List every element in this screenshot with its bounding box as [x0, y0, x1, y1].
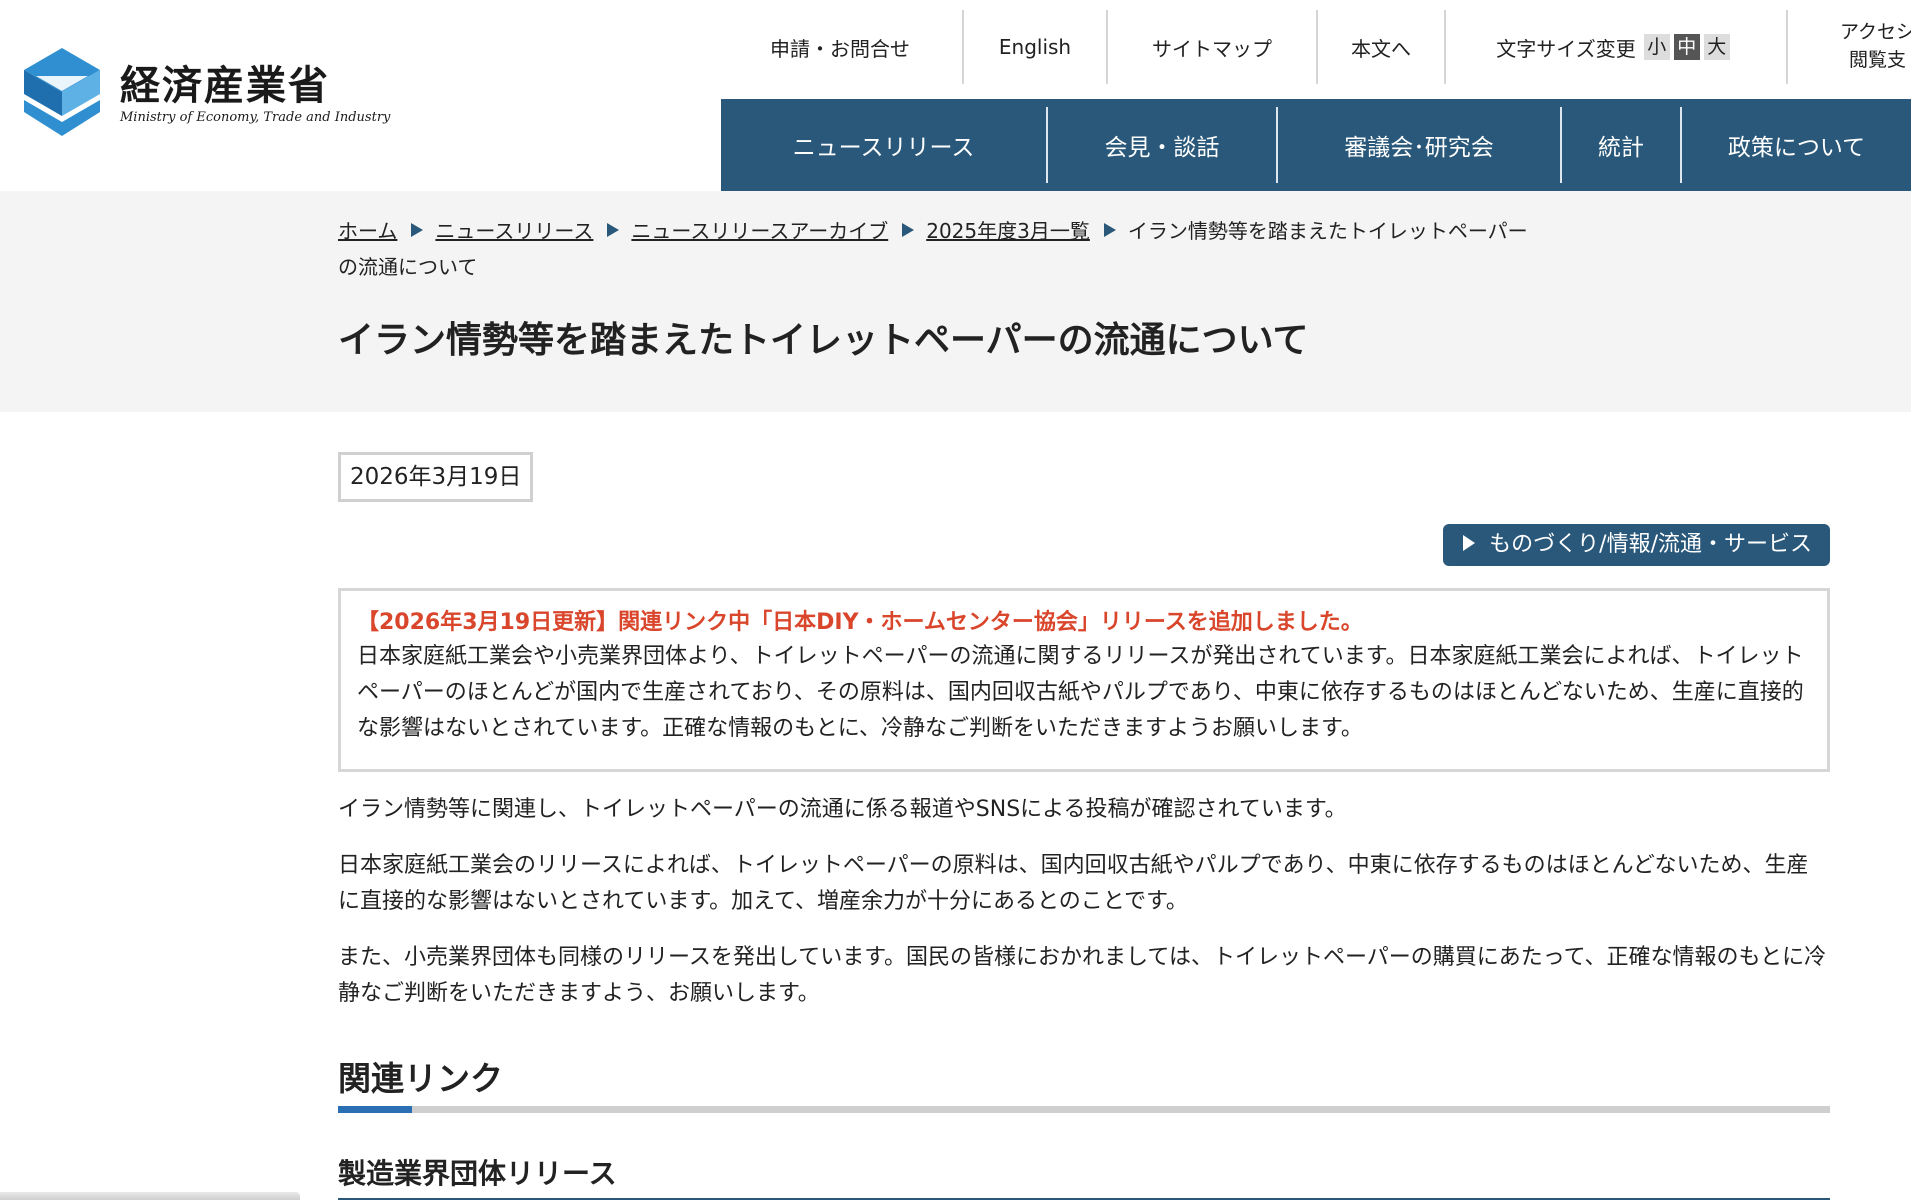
- utility-nav: 申請・お問合せ English サイトマップ 本文へ 文字サイズ変更 小 中 大…: [720, 10, 1911, 84]
- accessibility-link[interactable]: アクセシ 閲覧支: [1840, 18, 1911, 74]
- related-links-heading: 関連リンク: [338, 1059, 503, 1098]
- meti-logo-icon: [24, 48, 100, 136]
- breadcrumb-arrow-icon: [1103, 223, 1116, 237]
- font-size-medium-button[interactable]: 中: [1673, 34, 1700, 60]
- breadcrumb-archive[interactable]: ニュースリリースアーカイブ: [631, 219, 888, 243]
- accessibility-label-line1: アクセシ: [1840, 21, 1911, 43]
- category-tag-button[interactable]: ものづくり/情報/流通・サービス: [1443, 524, 1830, 566]
- nav-policies[interactable]: 政策について: [1682, 99, 1911, 191]
- logo-text-en: Ministry of Economy, Trade and Industry: [120, 110, 391, 125]
- font-size-small-button[interactable]: 小: [1643, 34, 1670, 60]
- heading-underline: [338, 1106, 1830, 1113]
- breadcrumb-arrow-icon: [902, 223, 915, 237]
- nav-news-release[interactable]: ニュースリリース: [721, 99, 1046, 191]
- divider: [1786, 10, 1788, 84]
- breadcrumb-arrow-icon: [607, 223, 620, 237]
- nav-press-conference[interactable]: 会見・談話: [1048, 99, 1276, 191]
- window-edge: [0, 1192, 300, 1200]
- update-notice: 【2026年3月19日更新】関連リンク中「日本DIY・ホームセンター協会」リリー…: [357, 610, 1363, 635]
- contact-link[interactable]: 申請・お問合せ: [720, 10, 960, 84]
- nav-statistics[interactable]: 統計: [1562, 99, 1680, 191]
- category-label: ものづくり/情報/流通・サービス: [1489, 532, 1812, 557]
- heading-underline-accent: [338, 1106, 412, 1113]
- font-size-large-button[interactable]: 大: [1703, 34, 1730, 60]
- breadcrumb-arrow-icon: [411, 223, 424, 237]
- play-triangle-icon: [1463, 535, 1476, 551]
- body-paragraph: また、小売業界団体も同様のリリースを発出しています。国民の皆様におかれましては、…: [338, 945, 1827, 1006]
- font-size-control: 文字サイズ変更 小 中 大: [1446, 10, 1780, 84]
- body-paragraph: 日本家庭紙工業会のリリースによれば、トイレットペーパーの原料は、国内回収古紙やパ…: [338, 853, 1809, 914]
- breadcrumb-home[interactable]: ホーム: [338, 219, 397, 243]
- english-link[interactable]: English: [964, 10, 1106, 84]
- body-paragraph: イラン情勢等に関連し、トイレットペーパーの流通に係る報道やSNSによる投稿が確認…: [338, 797, 1347, 822]
- site-header: 経済産業省 Ministry of Economy, Trade and Ind…: [0, 0, 1911, 191]
- global-nav: ニュースリリース 会見・談話 審議会･研究会 統計 政策について: [721, 99, 1911, 191]
- manufacturing-releases-heading: 製造業界団体リリース: [338, 1157, 617, 1190]
- breadcrumb: ホーム ニュースリリース ニュースリリースアーカイブ 2025年度3月一覧 イラン情勢等…: [338, 213, 1538, 285]
- page-title: イラン情勢等を踏まえたトイレットペーパーの流通について: [338, 320, 1309, 361]
- breadcrumb-news-release[interactable]: ニュースリリース: [435, 219, 593, 243]
- skip-to-content-link[interactable]: 本文へ: [1318, 10, 1444, 84]
- title-band: ホーム ニュースリリース ニュースリリースアーカイブ 2025年度3月一覧イラン情勢等…: [0, 191, 1911, 412]
- breadcrumb-march-list[interactable]: 2025年度3月一覧: [926, 219, 1090, 243]
- logo-text-ja: 経済産業省: [120, 63, 330, 109]
- nav-councils[interactable]: 審議会･研究会: [1278, 99, 1560, 191]
- meti-logo[interactable]: 経済産業省 Ministry of Economy, Trade and Ind…: [22, 46, 390, 142]
- update-notice-box: 【2026年3月19日更新】関連リンク中「日本DIY・ホームセンター協会」リリー…: [338, 588, 1830, 772]
- sitemap-link[interactable]: サイトマップ: [1108, 10, 1316, 84]
- font-size-label: 文字サイズ変更: [1496, 36, 1636, 61]
- publish-date: 2026年3月19日: [338, 452, 534, 502]
- notice-body: 日本家庭紙工業会や小売業界団体より、トイレットペーパーの流通に関するリリースが発…: [357, 644, 1804, 741]
- accessibility-label-line2: 閲覧支: [1849, 49, 1907, 71]
